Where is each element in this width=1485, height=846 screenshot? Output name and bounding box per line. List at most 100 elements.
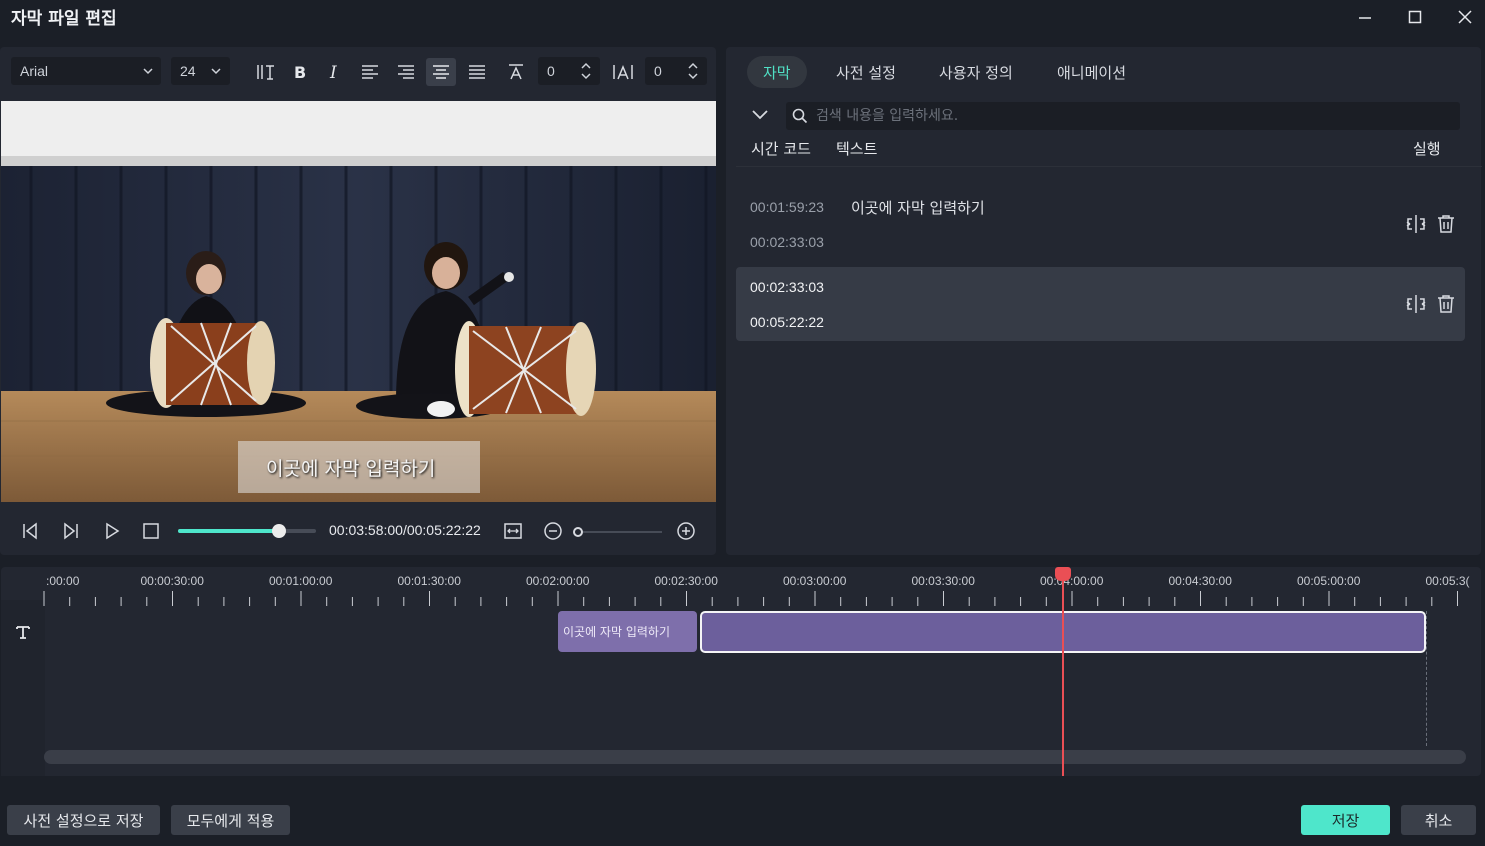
delete-button[interactable] <box>1437 294 1455 314</box>
zoom-out-icon <box>544 522 562 540</box>
cancel-button[interactable]: 취소 <box>1401 805 1476 835</box>
ruler-label: 00:01:00:00 <box>269 574 333 588</box>
tab-custom-label: 사용자 정의 <box>939 63 1013 82</box>
tab-preset[interactable]: 사전 설정 <box>820 56 912 88</box>
playhead-line[interactable] <box>1062 575 1064 776</box>
zoom-out-button[interactable] <box>541 519 565 543</box>
col-header-text: 텍스트 <box>836 140 878 158</box>
maximize-button[interactable] <box>1402 6 1428 28</box>
tab-custom[interactable]: 사용자 정의 <box>923 56 1029 88</box>
ruler-label: 00:04:00:00 <box>1040 574 1104 588</box>
font-size-select[interactable]: 24 <box>171 57 230 85</box>
play-button[interactable] <box>100 519 124 543</box>
ruler-label: 00:01:30:00 <box>397 574 461 588</box>
ruler-label: :00:00 <box>46 574 80 588</box>
playback-timecode: 00:03:58:00/00:05:22:22 <box>329 522 481 538</box>
align-left-button[interactable] <box>355 58 385 86</box>
row-text[interactable]: 이곳에 자막 입력하기 <box>851 197 985 218</box>
prev-frame-button[interactable] <box>18 519 42 543</box>
subtitle-row-selected[interactable] <box>736 267 1465 341</box>
search-icon <box>792 108 808 124</box>
align-right-icon <box>398 65 414 79</box>
font-family-value: Arial <box>20 63 49 79</box>
end-marker <box>1426 611 1427 746</box>
chevron-down-icon <box>211 68 221 75</box>
progress-handle[interactable] <box>271 524 286 538</box>
row-end-time[interactable]: 00:05:22:22 <box>750 314 824 330</box>
svg-text:I: I <box>329 64 337 80</box>
fit-button[interactable] <box>501 519 525 543</box>
tab-animation[interactable]: 애니메이션 <box>1041 56 1142 88</box>
italic-icon: I <box>329 64 337 80</box>
text-track-label <box>15 624 31 640</box>
row-start-time[interactable]: 00:01:59:23 <box>750 199 824 215</box>
align-right-button[interactable] <box>391 58 421 86</box>
tab-subtitle[interactable]: 자막 <box>747 56 807 88</box>
split-button[interactable] <box>1405 294 1427 314</box>
stop-icon <box>143 523 159 539</box>
text-direction-button[interactable] <box>251 58 281 86</box>
col-header-action: 실행 <box>1413 140 1441 158</box>
next-frame-button[interactable] <box>59 519 83 543</box>
collapse-button[interactable] <box>751 108 769 122</box>
font-family-select[interactable]: Arial <box>11 57 161 85</box>
ruler-label: 00:03:00:00 <box>783 574 847 588</box>
play-icon <box>106 522 120 540</box>
maximize-icon <box>1408 10 1422 24</box>
row-end-time[interactable]: 00:02:33:03 <box>750 234 824 250</box>
split-button[interactable] <box>1405 214 1427 234</box>
step-forward-icon <box>64 522 78 540</box>
trash-icon <box>1438 215 1454 233</box>
zoom-slider[interactable] <box>578 531 662 533</box>
char-spacing-stepper[interactable]: 0 <box>538 57 600 85</box>
stepper-arrows-icon[interactable] <box>687 61 699 81</box>
line-spacing-label <box>608 58 638 86</box>
close-icon <box>1458 10 1472 24</box>
line-spacing-icon <box>613 65 633 80</box>
chevron-down-icon <box>143 68 153 75</box>
col-header-timecode: 시간 코드 <box>751 140 811 158</box>
tab-subtitle-label: 자막 <box>763 63 791 82</box>
fit-screen-icon <box>504 523 522 539</box>
ruler-label: 00:02:30:00 <box>654 574 718 588</box>
timeline-ruler[interactable] <box>0 590 1485 608</box>
zoom-in-button[interactable] <box>674 519 698 543</box>
char-spacing-label <box>501 58 531 86</box>
playhead-handle[interactable] <box>1055 567 1071 581</box>
delete-button[interactable] <box>1437 214 1455 234</box>
clip-label: 이곳에 자막 입력하기 <box>563 625 670 639</box>
stop-button[interactable] <box>139 519 163 543</box>
ruler-label: 00:05:3( <box>1425 574 1470 588</box>
save-preset-button[interactable]: 사전 설정으로 저장 <box>7 805 160 835</box>
row-start-time[interactable]: 00:02:33:03 <box>750 279 824 295</box>
chevron-down-icon <box>752 110 768 120</box>
search-input[interactable] <box>816 104 1436 128</box>
progress-fill <box>178 529 279 533</box>
minimize-button[interactable] <box>1352 6 1378 28</box>
line-spacing-value: 0 <box>654 63 662 79</box>
save-button[interactable]: 저장 <box>1301 805 1390 835</box>
apply-all-button[interactable]: 모두에게 적용 <box>171 805 290 835</box>
save-label: 저장 <box>1331 811 1360 830</box>
ruler-label: 00:03:30:00 <box>911 574 975 588</box>
stepper-arrows-icon[interactable] <box>580 61 592 81</box>
zoom-in-icon <box>677 522 695 540</box>
close-button[interactable] <box>1452 6 1478 28</box>
zoom-slider-handle[interactable] <box>573 527 583 537</box>
timeline-clip[interactable]: 이곳에 자막 입력하기 <box>558 611 697 652</box>
justify-button[interactable] <box>462 58 492 86</box>
italic-button[interactable]: I <box>320 58 350 86</box>
subtitle-row[interactable] <box>736 187 1465 261</box>
subtitle-overlay-text[interactable]: 이곳에 자막 입력하기 <box>266 454 435 481</box>
header-divider <box>736 166 1482 167</box>
line-spacing-stepper[interactable]: 0 <box>645 57 707 85</box>
align-left-icon <box>362 65 378 79</box>
cancel-label: 취소 <box>1424 811 1453 830</box>
horizontal-scrollbar[interactable] <box>44 750 1466 764</box>
svg-text:B: B <box>294 64 306 80</box>
bold-button[interactable]: B <box>285 58 315 86</box>
text-track-icon <box>16 626 30 639</box>
align-center-button[interactable] <box>426 58 456 86</box>
tab-animation-label: 애니메이션 <box>1057 63 1127 82</box>
progress-track[interactable] <box>178 529 316 533</box>
